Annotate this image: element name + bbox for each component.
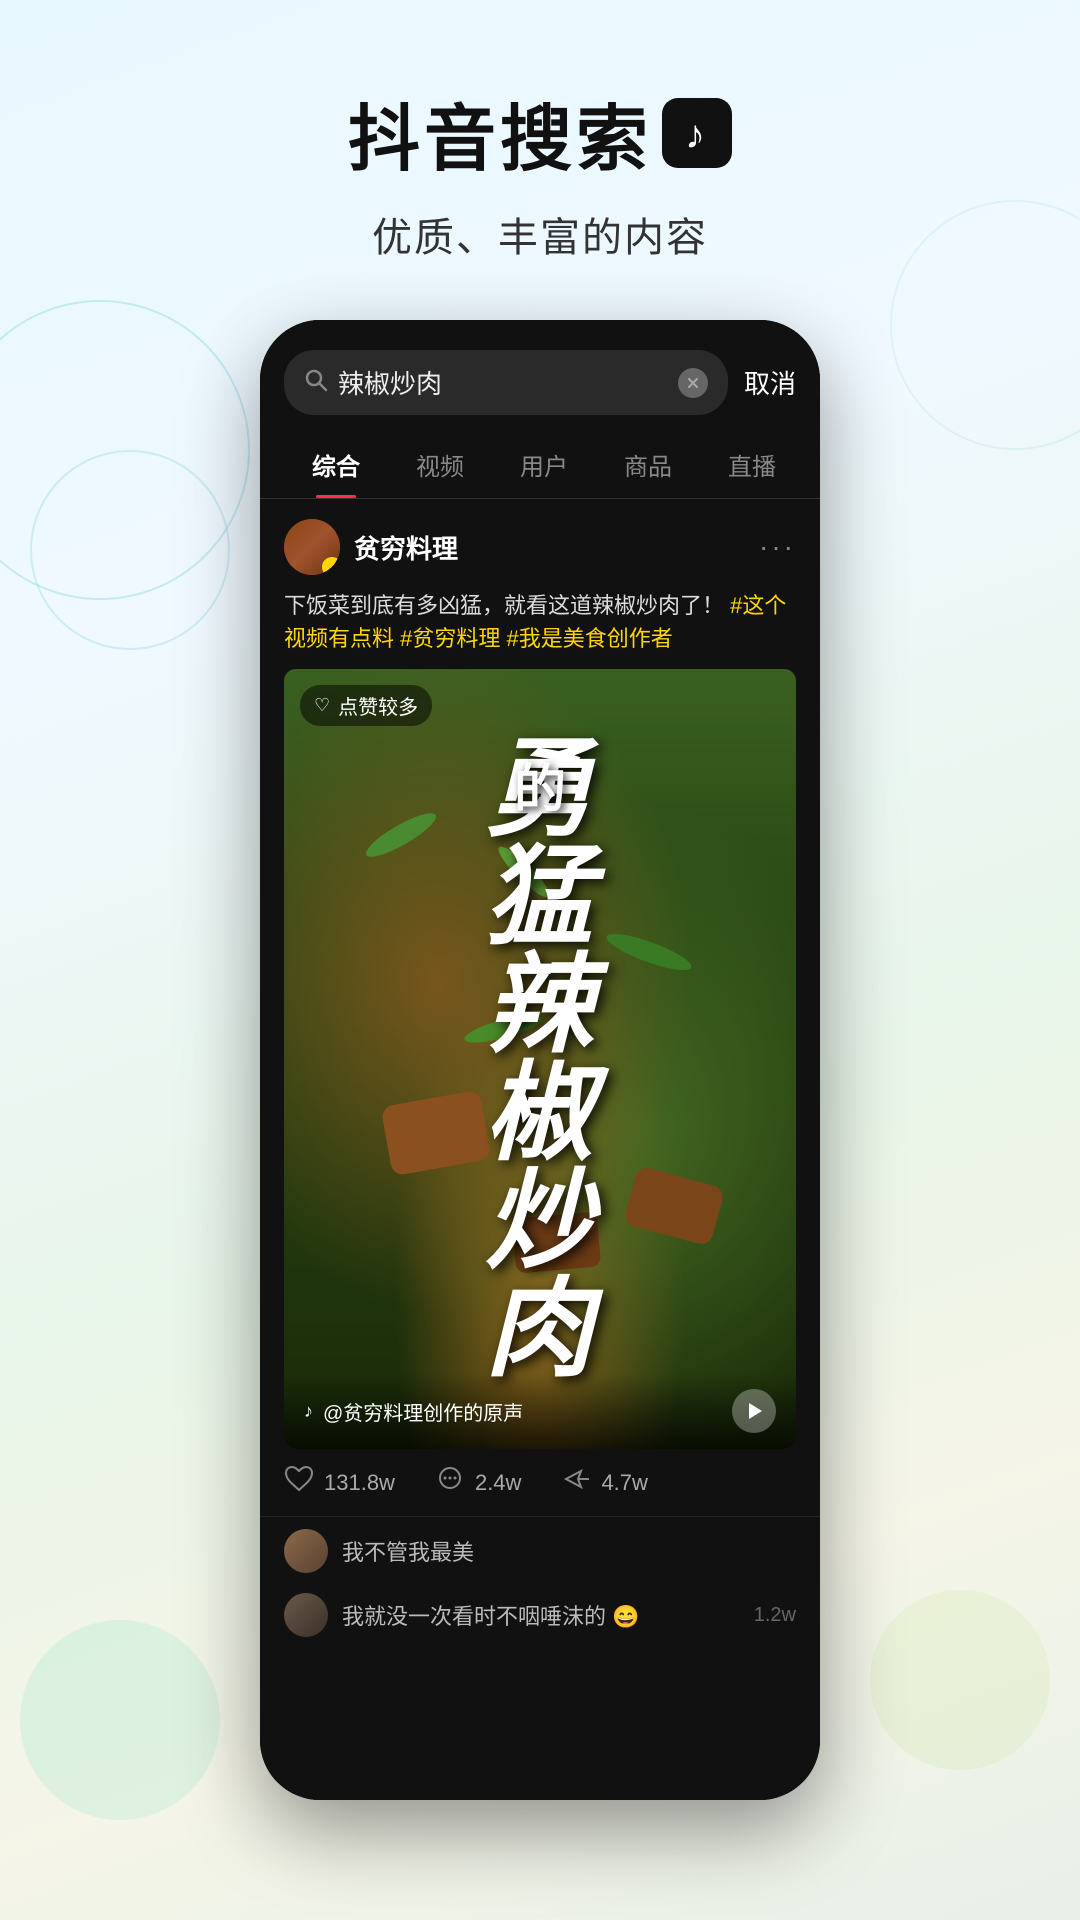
comments-count: 2.4w [475, 1470, 521, 1496]
commenter-avatar-2 [284, 1593, 328, 1637]
shares-count: 4.7w [601, 1470, 647, 1496]
likes-stat[interactable]: 131.8w [284, 1465, 395, 1500]
share-icon [561, 1465, 591, 1500]
play-button[interactable] [732, 1389, 776, 1433]
post-header: ✓ 贫穷料理 ··· [260, 499, 820, 589]
header-section: 抖音搜索 ♪ 优质、丰富的内容 [0, 0, 1080, 303]
video-text-top: 的 [514, 747, 566, 822]
comment-count-2: 1.2w [754, 1604, 796, 1627]
comment-row-1: 我不管我最美 [260, 1516, 820, 1585]
app-title: 抖音搜索 ♪ [0, 80, 1080, 185]
tiktok-logo-icon: ♪ [662, 98, 732, 168]
likes-badge: ♡ 点赞较多 [300, 685, 432, 726]
app-content: 辣椒炒肉 取消 综合 视频 用户 [260, 320, 820, 1800]
tab-audio[interactable]: 音 [804, 431, 820, 498]
app-title-text: 抖音搜索 [348, 80, 652, 185]
search-query: 辣椒炒肉 [338, 364, 668, 401]
comment-row-2: 我就没一次看时不咽唾沫的 😄 1.2w [260, 1585, 820, 1637]
heart-icon [284, 1465, 314, 1500]
svg-text:✓: ✓ [328, 563, 336, 573]
svg-text:♪: ♪ [685, 113, 709, 157]
cancel-button[interactable]: 取消 [744, 364, 796, 401]
heart-icon-small: ♡ [314, 695, 330, 716]
more-options-button[interactable]: ··· [759, 531, 796, 563]
tab-live[interactable]: 直播 [700, 431, 804, 498]
comment-username-1: 我不管我最美 [342, 1535, 474, 1567]
comment-icon [435, 1465, 465, 1500]
search-bar[interactable]: 辣椒炒肉 [284, 350, 728, 415]
phone-mockup: 辣椒炒肉 取消 综合 视频 用户 [260, 320, 820, 1800]
likes-badge-text: 点赞较多 [338, 691, 418, 720]
audio-info: ♪ @贫穷料理创作的原声 [304, 1397, 523, 1426]
comments-stat[interactable]: 2.4w [435, 1465, 521, 1500]
likes-count: 131.8w [324, 1470, 395, 1496]
video-container[interactable]: 勇猛辣椒炒肉 的 ♡ 点赞较多 ♪ @贫穷料理创作的原声 [284, 669, 796, 1449]
bg-blob-left [20, 1620, 220, 1820]
search-bar-container: 辣椒炒肉 取消 [260, 320, 820, 431]
audio-text: @贫穷料理创作的原声 [323, 1397, 523, 1426]
shares-stat[interactable]: 4.7w [561, 1465, 647, 1500]
comment-text-2: 我就没一次看时不咽唾沫的 😄 [342, 1599, 640, 1631]
search-icon [304, 368, 328, 398]
tabs-container: 综合 视频 用户 商品 直播 音 [260, 431, 820, 499]
commenter-avatar-1 [284, 1529, 328, 1573]
tab-video[interactable]: 视频 [388, 431, 492, 498]
video-text-overlay: 勇猛辣椒炒肉 的 [284, 669, 796, 1449]
avatar[interactable]: ✓ [284, 519, 340, 575]
tab-comprehensive[interactable]: 综合 [284, 431, 388, 498]
post-description: 下饭菜到底有多凶猛，就看这道辣椒炒肉了！ #这个视频有点料 #贫穷料理 #我是美… [260, 589, 820, 669]
clear-search-icon[interactable] [678, 368, 708, 398]
verified-badge: ✓ [322, 557, 340, 575]
username[interactable]: 贫穷料理 [354, 529, 458, 566]
tab-product[interactable]: 商品 [596, 431, 700, 498]
video-bottom-bar: ♪ @贫穷料理创作的原声 [284, 1373, 796, 1449]
tab-user[interactable]: 用户 [492, 431, 596, 498]
app-subtitle: 优质、丰富的内容 [0, 205, 1080, 263]
user-info: ✓ 贫穷料理 [284, 519, 458, 575]
post-description-text: 下饭菜到底有多凶猛，就看这道辣椒炒肉了！ [284, 593, 724, 618]
bg-blob-right [870, 1590, 1050, 1770]
post-container: ✓ 贫穷料理 ··· 下饭菜到底有多凶猛，就看这道辣椒炒肉了！ #这个视频有点料… [260, 499, 820, 1800]
stats-row: 131.8w 2.4w [260, 1449, 820, 1516]
bg-circle-2 [30, 450, 230, 650]
tiktok-small-icon: ♪ [304, 1401, 313, 1422]
